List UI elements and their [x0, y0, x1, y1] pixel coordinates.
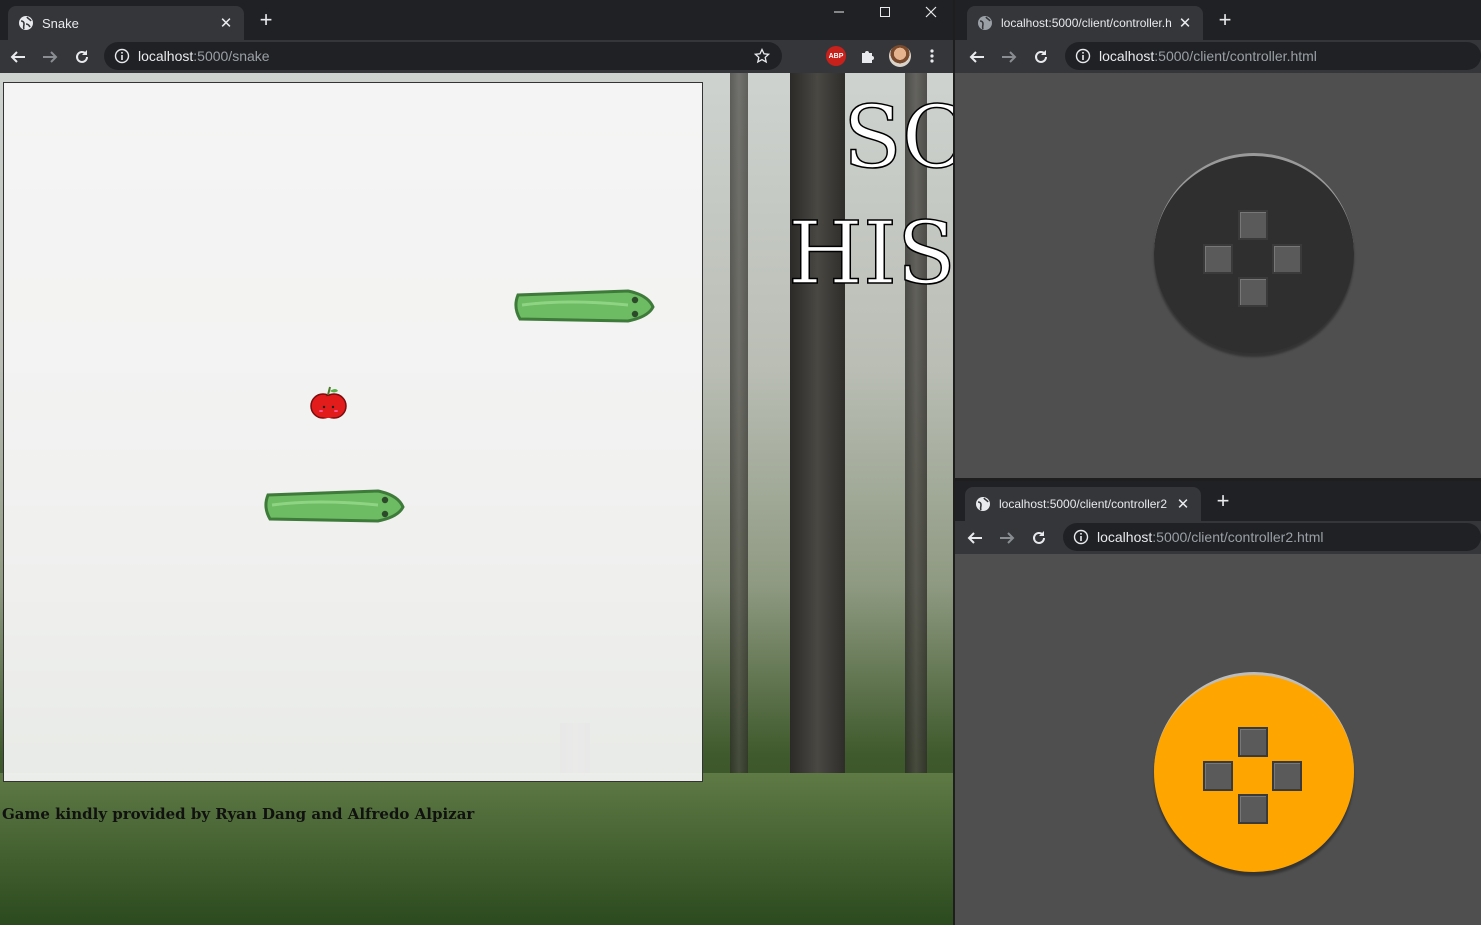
- controller-page: [955, 73, 1481, 478]
- dpad-controller[interactable]: [1154, 672, 1354, 872]
- tab-title: localhost:5000/client/controller.h: [1001, 16, 1172, 30]
- back-button[interactable]: [2, 43, 34, 71]
- url-host: localhost: [1097, 529, 1153, 545]
- game-board: [264, 289, 655, 523]
- tab-controller[interactable]: localhost:5000/client/controller.h ✕: [967, 6, 1203, 40]
- tab-title: localhost:5000/client/controller2: [999, 497, 1168, 511]
- adblock-icon[interactable]: ABP: [826, 46, 846, 66]
- globe-icon: [978, 16, 992, 30]
- scoreboard-title-line2: HIS: [787, 204, 953, 304]
- globe-icon: [976, 497, 990, 511]
- globe-icon: [19, 16, 33, 30]
- forward-button[interactable]: [34, 43, 66, 71]
- forest-floor: [0, 773, 953, 925]
- arrow-right-icon: [1002, 50, 1017, 63]
- arrow-right-icon: [1000, 531, 1015, 544]
- tab-title: Snake: [42, 15, 79, 31]
- reload-icon: [1035, 49, 1047, 63]
- url-host: localhost: [138, 48, 194, 64]
- dpad-down-button[interactable]: [1238, 794, 1268, 824]
- reload-button[interactable]: [66, 43, 98, 71]
- reload-icon: [76, 49, 88, 63]
- browser-toolbar: localhost:5000/client/controller2.html: [955, 521, 1481, 554]
- dpad-left-button[interactable]: [1203, 244, 1233, 274]
- browser-toolbar: localhost:5000/client/controller.html: [955, 40, 1481, 73]
- adblock-label: ABP: [828, 52, 844, 60]
- arrow-left-icon: [969, 50, 984, 63]
- maximize-icon: [880, 7, 890, 17]
- snake-browser-window: Snake ✕ + localhost:5000/snake ABP SC HI…: [0, 0, 953, 925]
- forward-button[interactable]: [993, 43, 1025, 71]
- info-icon: [1073, 529, 1089, 545]
- info-icon: [1075, 48, 1091, 64]
- close-tab-icon[interactable]: ✕: [1175, 496, 1191, 512]
- address-bar[interactable]: localhost:5000/snake: [104, 42, 782, 70]
- address-bar[interactable]: localhost:5000/client/controller2.html: [1063, 523, 1481, 551]
- tab-snake[interactable]: Snake ✕: [8, 6, 244, 40]
- tab-strip: localhost:5000/client/controller.h ✕ +: [955, 0, 1481, 40]
- controller-browser-window: localhost:5000/client/controller.h ✕ + l…: [955, 0, 1481, 478]
- apple-food: [310, 386, 347, 419]
- scoreboard-title-line1: SC: [842, 88, 953, 188]
- back-button[interactable]: [961, 43, 993, 71]
- dpad-left-button[interactable]: [1203, 761, 1233, 791]
- arrow-left-icon: [967, 531, 982, 544]
- tab-strip: localhost:5000/client/controller2 ✕ +: [955, 481, 1481, 521]
- dpad-right-button[interactable]: [1272, 761, 1302, 791]
- minimize-button[interactable]: [816, 0, 862, 24]
- arrow-left-icon: [10, 50, 25, 63]
- minimize-icon: [834, 11, 844, 13]
- controller2-browser-window: localhost:5000/client/controller2 ✕ + lo…: [955, 481, 1481, 925]
- controller2-page: [955, 554, 1481, 925]
- tab-strip: Snake ✕ +: [0, 0, 953, 40]
- bookmark-star-icon[interactable]: [754, 48, 770, 64]
- arrow-right-icon: [43, 50, 58, 63]
- reload-button[interactable]: [1023, 524, 1055, 552]
- back-button[interactable]: [959, 524, 991, 552]
- forward-button[interactable]: [991, 524, 1023, 552]
- url-path: :5000/snake: [193, 48, 270, 64]
- browser-toolbar: localhost:5000/snake ABP: [0, 40, 953, 73]
- dpad-right-button[interactable]: [1272, 244, 1302, 274]
- extensions-puzzle-icon[interactable]: [859, 48, 875, 64]
- tab-controller2[interactable]: localhost:5000/client/controller2 ✕: [965, 487, 1201, 521]
- url-path: :5000/client/controller2.html: [1152, 529, 1324, 545]
- menu-dots-icon[interactable]: [924, 48, 940, 64]
- credits-text: Game kindly provided by Ryan Dang and Al…: [2, 805, 475, 823]
- url-path: :5000/client/controller.html: [1154, 48, 1317, 64]
- reload-icon: [1033, 530, 1045, 544]
- close-tab-icon[interactable]: ✕: [218, 15, 234, 31]
- new-tab-button[interactable]: +: [1214, 9, 1236, 32]
- maximize-button[interactable]: [862, 0, 908, 24]
- dpad-up-button[interactable]: [1238, 727, 1268, 757]
- url-host: localhost: [1099, 48, 1155, 64]
- profile-avatar[interactable]: [889, 45, 911, 67]
- reload-button[interactable]: [1025, 43, 1057, 71]
- close-tab-icon[interactable]: ✕: [1177, 15, 1193, 31]
- close-icon: [925, 6, 937, 18]
- dpad-down-button[interactable]: [1238, 277, 1268, 307]
- snake-player-1: [514, 289, 655, 323]
- new-tab-button[interactable]: +: [1212, 490, 1234, 513]
- game-canvas[interactable]: [3, 82, 703, 782]
- snake-player-2: [264, 489, 405, 523]
- snake-page: SC HIS Game kindly provided by Ryan Dang…: [0, 73, 953, 925]
- dpad-controller[interactable]: [1154, 153, 1354, 353]
- new-tab-button[interactable]: +: [255, 9, 277, 32]
- dpad-up-button[interactable]: [1238, 210, 1268, 240]
- address-bar[interactable]: localhost:5000/client/controller.html: [1065, 42, 1481, 70]
- info-icon: [114, 48, 130, 64]
- close-window-button[interactable]: [908, 0, 953, 24]
